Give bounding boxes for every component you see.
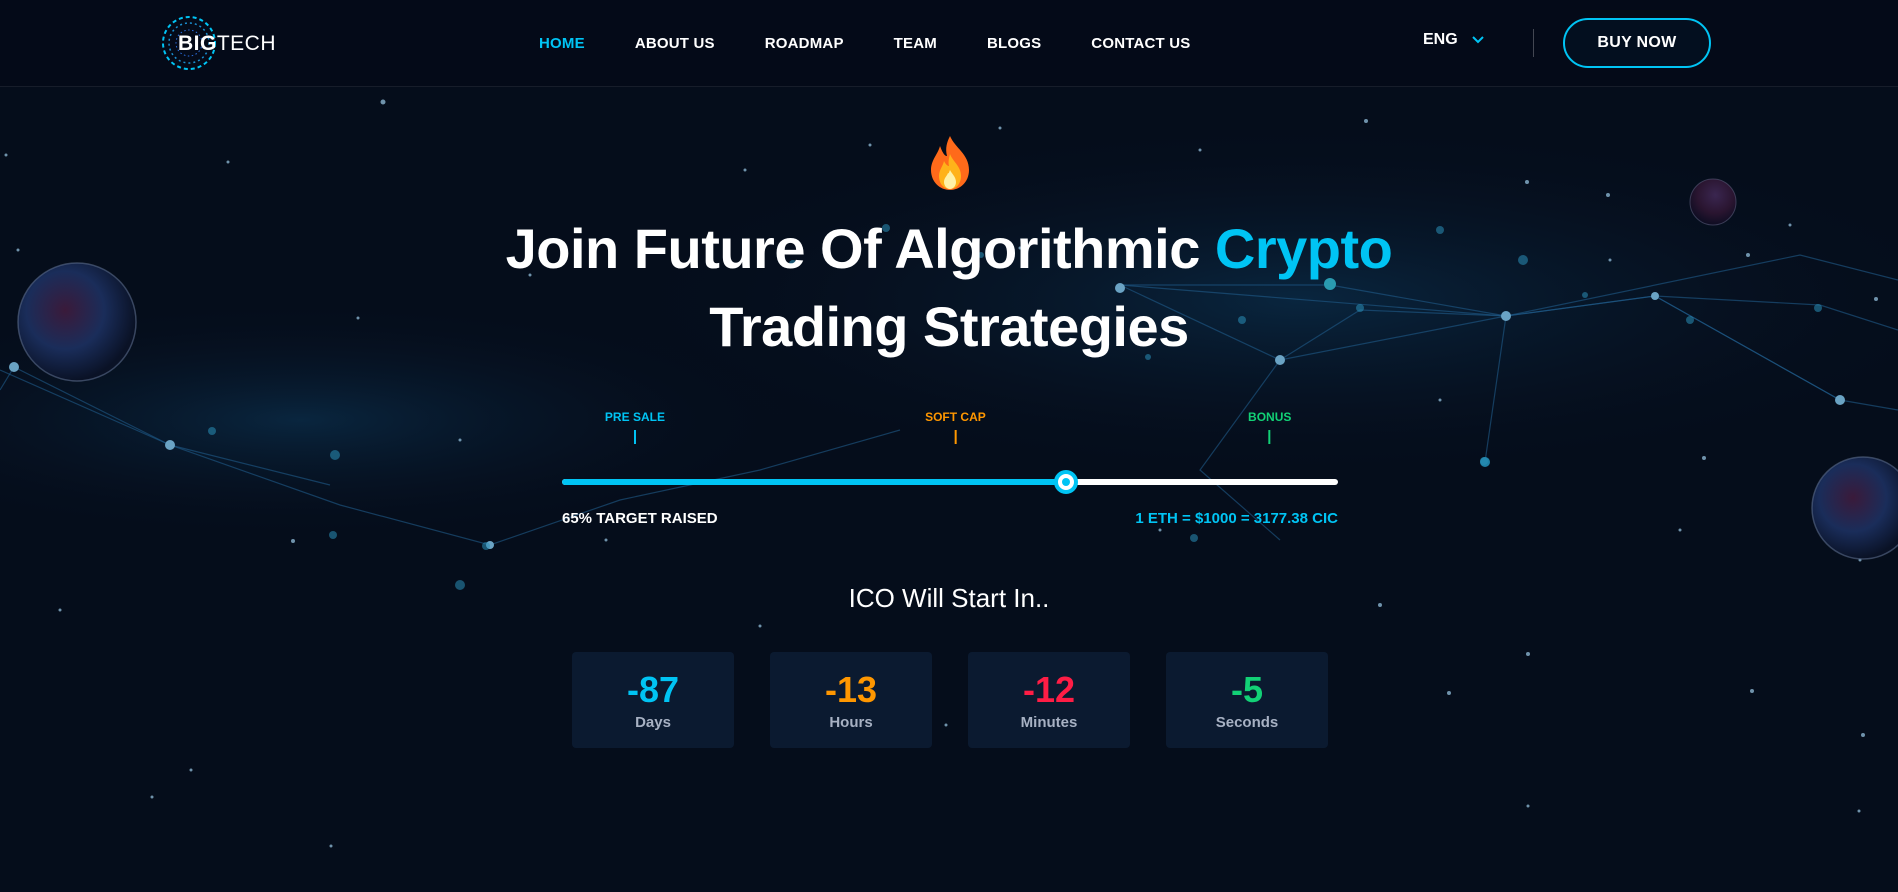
countdown-value: -12 <box>1022 668 1076 710</box>
nav-about-us[interactable]: ABOUT US <box>635 35 715 52</box>
site-header: BIGTECH HOME ABOUT US ROADMAP TEAM BLOGS… <box>0 0 1898 87</box>
logo[interactable]: BIGTECH <box>160 14 276 72</box>
countdown-days: -87 Days <box>572 652 734 748</box>
progress-fill <box>562 479 1067 485</box>
hero-title-highlight: Crypto <box>1214 217 1393 280</box>
countdown-value: -5 <box>1230 668 1263 710</box>
marker-tick <box>954 430 957 444</box>
countdown-timer: -87 Days -13 Hours -12 Minutes -5 Second… <box>572 652 1328 748</box>
marker-soft-cap: SOFT CAP <box>925 410 986 444</box>
exchange-rate-text: 1 ETH = $1000 = 3177.38 CIC <box>1135 510 1338 527</box>
progress-handle[interactable] <box>1054 470 1079 494</box>
countdown-label: Seconds <box>1215 713 1279 731</box>
header-divider <box>1533 29 1534 57</box>
fire-icon <box>931 136 969 190</box>
marker-tick <box>633 430 636 444</box>
marker-bonus: BONUS <box>1248 410 1291 444</box>
hero-title: Join Future Of Algorithmic Crypto Tradin… <box>449 210 1449 366</box>
marker-pre-sale-label: PRE SALE <box>604 410 665 424</box>
countdown-hours: -13 Hours <box>770 652 932 748</box>
marker-pre-sale: PRE SALE <box>605 410 665 444</box>
countdown-minutes: -12 Minutes <box>968 652 1130 748</box>
nav-home[interactable]: HOME <box>539 35 585 52</box>
countdown-value: -13 <box>824 668 878 710</box>
logo-text-thin: TECH <box>216 32 277 55</box>
nav-blogs[interactable]: BLOGS <box>987 35 1041 52</box>
language-label: ENG <box>1423 31 1458 48</box>
sale-progress: PRE SALE SOFT CAP BONUS 65% TARGET RAISE… <box>562 410 1338 530</box>
marker-soft-cap-label: SOFT CAP <box>925 410 986 424</box>
buy-now-button[interactable]: BUY NOW <box>1563 18 1711 68</box>
hero-title-line2: Trading Strategies <box>709 295 1189 358</box>
marker-tick <box>1268 430 1271 444</box>
target-raised-text: 65% TARGET RAISED <box>562 510 718 527</box>
logo-text-bold: BIG <box>178 32 217 55</box>
countdown-label: Minutes <box>1020 713 1078 731</box>
nav-contact-us[interactable]: CONTACT US <box>1091 35 1190 52</box>
main-nav: HOME ABOUT US ROADMAP TEAM BLOGS CONTACT… <box>539 0 1241 86</box>
nav-team[interactable]: TEAM <box>894 35 937 52</box>
countdown-value: -87 <box>626 668 680 710</box>
countdown-label: Hours <box>829 713 873 731</box>
progress-track <box>562 470 1338 494</box>
marker-bonus-label: BONUS <box>1248 410 1292 424</box>
chevron-down-icon <box>1471 36 1484 44</box>
language-selector[interactable]: ENG <box>1423 31 1484 49</box>
countdown-label: Days <box>635 713 671 731</box>
countdown-seconds: -5 Seconds <box>1166 652 1328 748</box>
countdown-title: ICO Will Start In.. <box>848 583 1050 613</box>
hero-title-line1: Join Future Of Algorithmic <box>505 217 1215 280</box>
nav-roadmap[interactable]: ROADMAP <box>765 35 844 52</box>
